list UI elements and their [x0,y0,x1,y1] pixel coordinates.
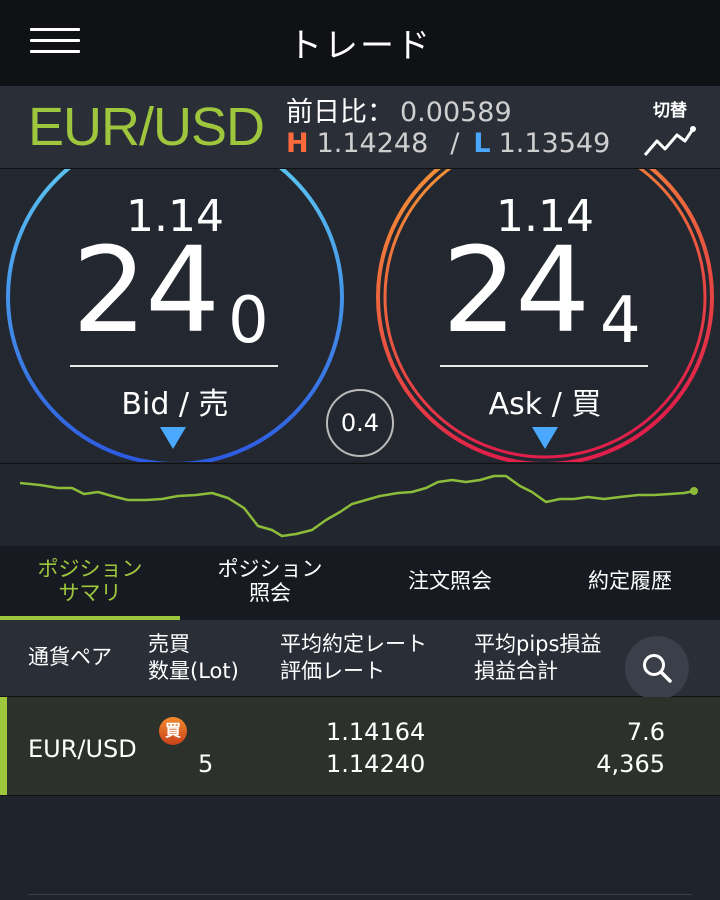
sparkline-endpoint [690,487,698,495]
high-label: H [286,128,309,159]
header-total-pl: 損益合計 [474,659,558,683]
row-accent [0,697,7,795]
currency-pair-name[interactable]: EUR/USD [28,96,265,158]
ask-divider [440,365,648,367]
bid-button[interactable]: 1.14 24 0 Bid / 売 [0,169,360,462]
ask-button[interactable]: 1.14 24 4 Ask / 買 [360,169,720,462]
day-change-value: 0.00589 [400,97,512,128]
row-eval-rate: 1.14240 [326,750,426,778]
switch-button[interactable]: 切替 [640,96,700,158]
header-currency-pair: 通貨ペア [28,645,112,669]
tab-label-line2: サマリ [58,581,122,605]
day-change-label: 前日比： [286,97,394,128]
row-avg-rate: 1.14164 [326,718,426,746]
header-avg-rate: 平均約定レート [280,632,427,656]
tab-label-line1: ポジション [217,557,323,581]
row-avg-pips: 7.6 [626,718,665,746]
row-total-pl: 4,365 [596,750,665,778]
bid-price-big: 24 [72,221,220,359]
low-value: 1.13549 [498,128,611,159]
tab-execution-history[interactable]: 約定履歴 [540,546,720,620]
header-side: 売買 [148,632,190,656]
table-row[interactable]: EUR/USD 買 5 1.14164 1.14240 7.6 4,365 [0,697,720,796]
ask-label: Ask / 買 [488,387,602,422]
switch-label: 切替 [653,101,687,121]
tab-order-inquiry[interactable]: 注文照会 [360,546,540,620]
tab-position-summary[interactable]: ポジション サマリ [0,546,180,620]
position-tabs: ポジション サマリ ポジション 照会 注文照会 約定履歴 [0,546,720,620]
search-icon [643,654,672,683]
triangle-down-icon [532,427,558,449]
spread-badge: 0.4 [326,389,394,457]
high-value: 1.14248 [316,128,429,159]
buy-badge: 買 [159,717,187,745]
header-eval-rate: 評価レート [280,659,385,683]
row-pair: EUR/USD [28,735,137,763]
sparkline-svg [19,474,698,538]
bid-label: Bid / 売 [121,387,229,422]
tab-label-line1: 約定履歴 [588,569,672,593]
tab-label-line2: 照会 [249,581,291,605]
low-label: L [473,128,491,159]
price-sparkline[interactable] [0,463,720,547]
tab-position-inquiry[interactable]: ポジション 照会 [180,546,360,620]
header-avg-pips: 平均pips損益 [474,632,602,656]
triangle-down-icon [160,427,186,449]
bid-divider [70,365,278,367]
app-header: トレード [0,0,720,86]
pair-info-bar: EUR/USD 前日比： 0.00589 H 1.14248 / L 1.13549 切替 [0,86,720,169]
tab-label-line1: ポジション [37,557,143,581]
quote-panel: 1.14 24 0 Bid / 売 1.14 24 4 Ask / 買 0.4 [0,169,720,462]
ask-price-big: 24 [442,221,590,359]
page-title: トレード [288,26,432,66]
bid-price-small: 0 [228,284,269,358]
day-change: 前日比： 0.00589 [286,90,512,129]
header-quantity: 数量(Lot) [148,659,239,683]
trend-chart-icon [643,126,696,156]
table-header: 通貨ペア 売買 数量(Lot) 平均約定レート 評価レート 平均pips損益 損… [0,620,720,700]
row-quantity: 5 [198,750,214,778]
high-low-separator: / [450,128,460,159]
list-bottom-divider [28,894,692,895]
ask-price-small: 4 [600,284,641,358]
high-low-range: H 1.14248 / L 1.13549 [286,128,610,159]
tab-label-line1: 注文照会 [408,569,492,593]
search-button[interactable] [625,636,689,700]
sparkline-line [19,474,695,538]
